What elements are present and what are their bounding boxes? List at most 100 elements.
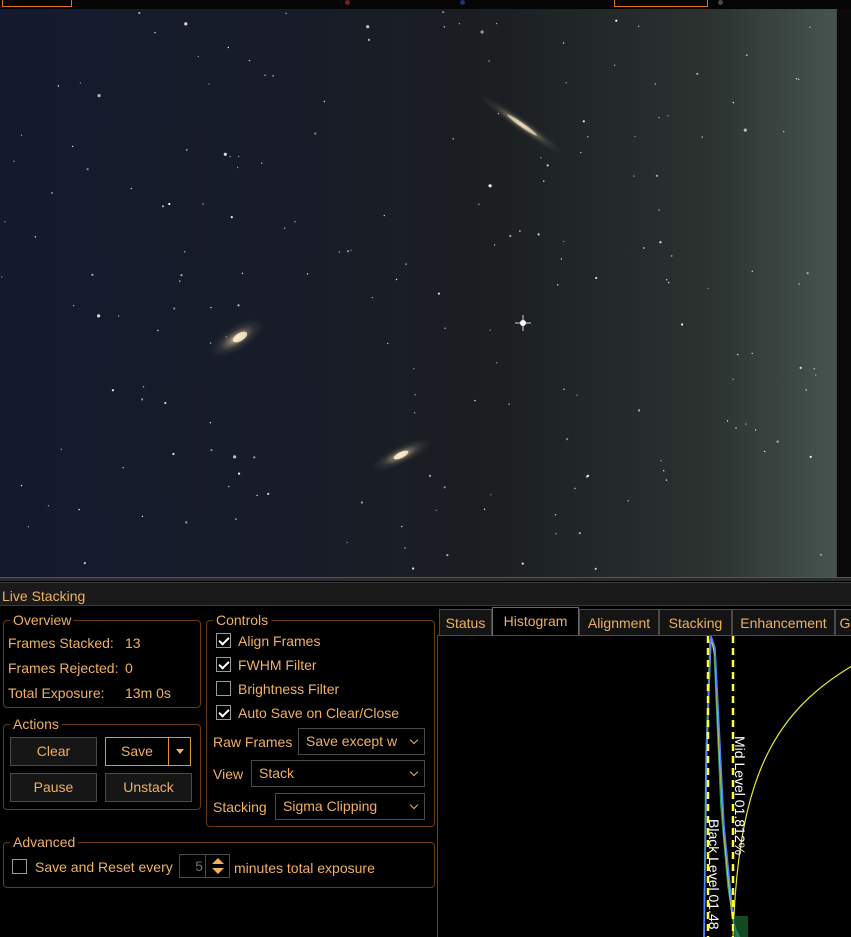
clear-button[interactable]: Clear [10, 737, 97, 766]
save-dropdown-chevron-icon[interactable] [168, 737, 191, 766]
histogram-plot: Mid Level 01.812% Black Level 01.48 [703, 636, 851, 937]
star [665, 479, 668, 481]
stepper-up-icon[interactable] [212, 858, 224, 864]
mid-level-label: Mid Level 01.812% [732, 736, 748, 855]
galaxy-m66 [370, 438, 432, 472]
star [496, 362, 498, 364]
star [743, 128, 747, 132]
star [735, 427, 737, 429]
star [458, 23, 461, 25]
star [809, 455, 812, 458]
tab-more[interactable]: G [835, 609, 851, 635]
histogram-panel[interactable]: Mid Level 01.812% Black Level 01.48 [437, 635, 851, 937]
star [521, 562, 524, 565]
frames-stacked-label: Frames Stacked: [8, 635, 114, 651]
auto-save-checkbox[interactable] [216, 705, 231, 720]
save-reset-checkbox[interactable] [12, 859, 27, 874]
tab-alignment[interactable]: Alignment [579, 609, 659, 635]
star [72, 304, 75, 307]
galaxy-m65 [209, 317, 265, 359]
star [658, 116, 660, 119]
toolbar-icon[interactable] [345, 0, 350, 5]
star [138, 11, 141, 15]
star [346, 541, 348, 544]
star [164, 401, 167, 405]
star [323, 100, 326, 103]
toolbar-icon[interactable] [460, 0, 465, 5]
tab-stacking[interactable]: Stacking [659, 609, 732, 635]
star [586, 474, 590, 477]
star [799, 366, 802, 369]
minutes-suffix-label: minutes total exposure [234, 860, 375, 876]
star [493, 244, 496, 246]
star [563, 240, 565, 243]
chevron-down-icon [409, 735, 419, 745]
minutes-stepper[interactable]: 5 [179, 854, 230, 878]
star [209, 342, 212, 344]
star [578, 532, 581, 535]
star [660, 460, 662, 462]
star [671, 255, 673, 257]
align-frames-label: Align Frames [238, 633, 321, 649]
stacking-select[interactable]: Sigma Clipping [275, 793, 425, 820]
star [294, 221, 296, 223]
align-frames-checkbox[interactable] [216, 633, 231, 648]
unstack-button[interactable]: Unstack [105, 773, 192, 802]
star [659, 241, 662, 244]
vertical-scrollbar[interactable] [836, 9, 851, 577]
star [27, 526, 30, 528]
view-select[interactable]: Stack [251, 760, 425, 787]
star [122, 467, 124, 469]
star [371, 296, 374, 299]
frames-stacked-value: 13 [125, 635, 141, 651]
star [813, 368, 815, 370]
raw-frames-label: Raw Frames [213, 734, 293, 750]
star [413, 368, 415, 370]
stepper-down-icon[interactable] [212, 868, 224, 874]
pause-button[interactable]: Pause [10, 773, 97, 802]
star [681, 323, 684, 326]
star [776, 440, 779, 443]
star [566, 438, 569, 441]
stepper-buttons[interactable] [205, 855, 229, 877]
star [233, 455, 237, 459]
star [746, 54, 748, 56]
star [442, 11, 445, 14]
stacked-image-view[interactable] [0, 9, 836, 577]
tab-histogram[interactable]: Histogram [492, 607, 579, 635]
star [696, 72, 699, 75]
star [444, 327, 446, 329]
star [594, 567, 597, 571]
star [443, 26, 445, 28]
star [615, 19, 618, 22]
total-exposure-value: 13m 0s [125, 685, 171, 701]
star [446, 554, 449, 557]
tab-status[interactable]: Status [439, 609, 492, 635]
save-reset-label: Save and Reset every [35, 859, 173, 875]
chevron-down-icon [409, 767, 419, 777]
splitter[interactable] [0, 577, 851, 581]
star [186, 149, 188, 151]
star [20, 134, 23, 136]
star [580, 151, 582, 154]
star [483, 508, 486, 510]
star [141, 515, 144, 518]
raw-frames-select[interactable]: Save except w [298, 728, 425, 755]
fwhm-filter-checkbox[interactable] [216, 657, 231, 672]
tab-enhancement[interactable]: Enhancement [732, 609, 835, 635]
brightness-filter-checkbox[interactable] [216, 681, 231, 696]
brightness-filter-label: Brightness Filter [238, 681, 340, 697]
star [627, 500, 629, 502]
star [253, 456, 256, 459]
star [732, 378, 734, 380]
toolbar-button[interactable] [2, 0, 72, 7]
toolbar-icon[interactable] [718, 0, 723, 5]
star [387, 342, 389, 345]
star [350, 249, 352, 251]
black-level-label: Black Level 01.48 [706, 819, 722, 930]
star [13, 160, 15, 162]
stacking-label: Stacking [213, 799, 267, 815]
toolbar-field[interactable] [614, 0, 708, 7]
star [654, 83, 656, 85]
save-button[interactable]: Save [105, 737, 169, 766]
